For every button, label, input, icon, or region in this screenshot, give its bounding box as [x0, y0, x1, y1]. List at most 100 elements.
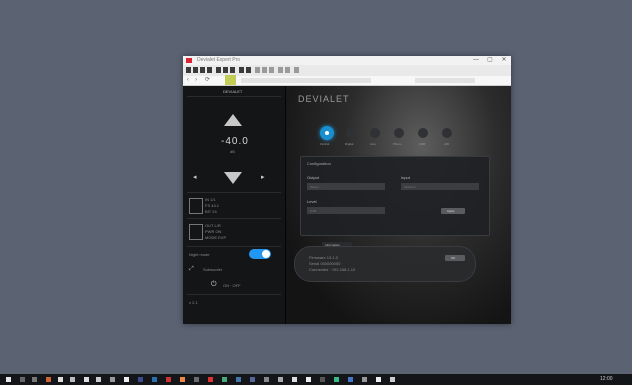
save-icon[interactable]	[207, 67, 212, 73]
title-bar[interactable]: Devialet Expert Pro — ▢ ✕	[183, 56, 511, 65]
refresh-icon[interactable]: ⟳	[205, 76, 210, 85]
app-icon[interactable]	[84, 377, 89, 382]
info-line: IN 1/1	[205, 197, 216, 202]
input-field[interactable]: Optical 1	[401, 183, 479, 190]
preset-label: AIR	[444, 142, 450, 146]
brand-logo: DEVIALET	[298, 94, 350, 104]
app-icon[interactable]	[58, 377, 63, 382]
settings-icon[interactable]	[278, 67, 283, 73]
app-icon[interactable]	[222, 377, 227, 382]
app-icon[interactable]	[292, 377, 297, 382]
address-input[interactable]	[241, 78, 371, 83]
app-icon[interactable]	[208, 377, 213, 382]
source-prev-icon[interactable]: ◂	[193, 173, 197, 181]
volume-down-icon[interactable]	[224, 172, 242, 184]
info-line: PWR ON	[205, 229, 222, 234]
app-icon[interactable]	[96, 377, 101, 382]
close-button[interactable]: ✕	[497, 56, 511, 65]
ok-button[interactable]: OK	[445, 255, 465, 261]
copy-icon[interactable]	[223, 67, 228, 73]
field-label: Input	[401, 175, 410, 180]
subwoofer-label[interactable]: Subwoofer	[203, 267, 222, 272]
nav-forward-button[interactable]: ›	[195, 76, 197, 85]
divider	[187, 294, 281, 295]
info-icon[interactable]	[294, 67, 299, 73]
zoom-icon[interactable]	[269, 67, 274, 73]
redo-icon[interactable]	[255, 67, 260, 73]
apply-button[interactable]: Apply	[441, 208, 465, 214]
night-mode-toggle[interactable]	[249, 249, 271, 259]
output-icon	[189, 224, 203, 240]
main-panel: DEVIALET Optical Digital Line Phono USB …	[286, 86, 511, 324]
search-icon[interactable]	[20, 377, 25, 382]
app-icon[interactable]	[236, 377, 241, 382]
print-icon[interactable]	[216, 67, 221, 73]
button-label: OK	[451, 256, 456, 260]
preset-label: USB	[419, 142, 426, 146]
source-next-icon[interactable]: ▸	[261, 173, 265, 181]
divider	[187, 96, 281, 97]
app-icon[interactable]	[70, 377, 75, 382]
app-icon[interactable]	[110, 377, 115, 382]
nav-back-button[interactable]: ‹	[187, 76, 189, 85]
app-icon[interactable]	[180, 377, 185, 382]
app-icon[interactable]	[264, 377, 269, 382]
link-icon: ⤢	[189, 266, 194, 272]
info-line: MODE EXP	[205, 235, 227, 240]
app-icon[interactable]	[278, 377, 283, 382]
clock[interactable]: 12:00	[600, 376, 613, 382]
preset-button-digital[interactable]	[346, 128, 356, 138]
field-value: Stereo	[310, 185, 319, 189]
app-icon[interactable]	[348, 377, 353, 382]
forward-icon[interactable]	[193, 67, 198, 73]
app-icon[interactable]	[334, 377, 339, 382]
app-icon[interactable]	[390, 377, 395, 382]
paste-icon[interactable]	[230, 67, 235, 73]
field-value: 0 dB	[310, 209, 317, 213]
preset-label: Digital	[345, 142, 354, 146]
app-icon[interactable]	[124, 377, 129, 382]
preset-label: Line	[370, 142, 376, 146]
preset-button-air[interactable]	[442, 128, 452, 138]
search-input[interactable]	[415, 78, 475, 83]
preset-button-usb[interactable]	[418, 128, 428, 138]
app-icon[interactable]	[320, 377, 325, 382]
find-icon[interactable]	[262, 67, 267, 73]
volume-up-icon[interactable]	[224, 114, 242, 126]
help-icon[interactable]	[285, 67, 290, 73]
app-icon[interactable]	[138, 377, 143, 382]
explorer-icon[interactable]	[46, 377, 51, 382]
level-field[interactable]: 0 dB	[307, 207, 385, 214]
minimize-button[interactable]: —	[469, 56, 483, 65]
app-icon[interactable]	[152, 377, 157, 382]
undo-icon[interactable]	[246, 67, 251, 73]
maximize-button[interactable]: ▢	[483, 56, 497, 65]
start-icon[interactable]	[6, 377, 11, 382]
home-icon[interactable]	[200, 67, 205, 73]
app-icon[interactable]	[306, 377, 311, 382]
version-label: v 2.1	[189, 300, 198, 305]
app-icon[interactable]	[376, 377, 381, 382]
preset-button-phono[interactable]	[394, 128, 404, 138]
task-view-icon[interactable]	[32, 377, 37, 382]
highlighted-toolbar-button[interactable]	[225, 75, 236, 85]
back-icon[interactable]	[186, 67, 191, 73]
app-icon	[186, 58, 192, 63]
app-icon[interactable]	[362, 377, 367, 382]
app-icon[interactable]	[194, 377, 199, 382]
window-title: Devialet Expert Pro	[197, 57, 241, 63]
info-line: Connected · 192.168.1.10	[309, 267, 356, 272]
output-field[interactable]: Stereo	[307, 183, 385, 190]
volume-unit: dB	[230, 149, 235, 154]
field-label: Output	[307, 175, 320, 180]
cut-icon[interactable]	[239, 67, 244, 73]
preset-button-optical[interactable]	[320, 126, 334, 140]
app-icon[interactable]	[166, 377, 171, 382]
power-icon[interactable]: ⏻	[211, 281, 217, 289]
app-icon[interactable]	[250, 377, 255, 382]
divider	[187, 246, 281, 247]
info-line: Serial 000000000	[309, 261, 341, 266]
information-dialog: Firmware 13.1.3 Serial 000000000 Connect…	[294, 246, 476, 282]
control-panel: DEVIALET -40.0 dB ◂ ▸ IN 1/1 FS 44.1 BIT…	[183, 86, 286, 324]
preset-button-line[interactable]	[370, 128, 380, 138]
